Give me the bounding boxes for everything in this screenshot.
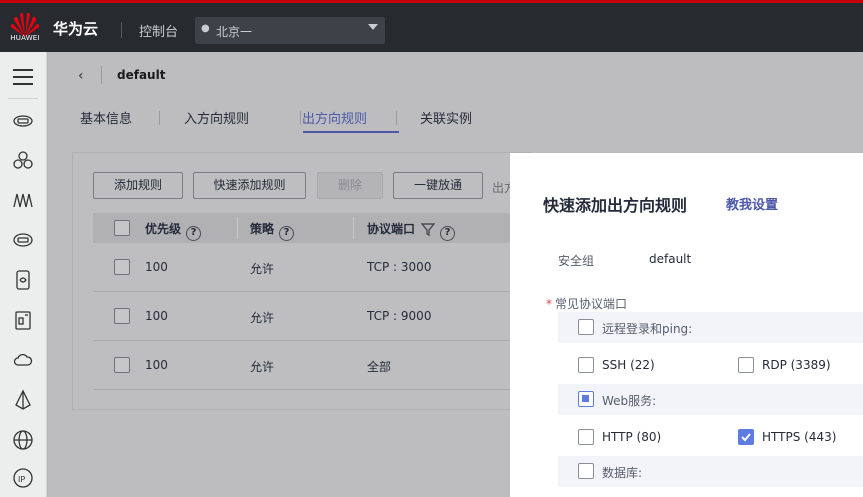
table-row: 100 允许 TCP : 9000 (93, 292, 533, 341)
cloud-server-icon[interactable] (12, 109, 34, 131)
page-title: default (117, 68, 166, 82)
required-icon: * (546, 297, 552, 311)
table-row: 100 允许 TCP : 3000 (93, 243, 533, 292)
cloud-icon[interactable] (12, 349, 34, 371)
group-label: 数据库: (602, 466, 643, 480)
priority-cell: 100 (145, 260, 168, 274)
group-label: 远程登录和ping: (602, 322, 693, 336)
logo-text: HUAWEI (10, 34, 40, 42)
huawei-logo-icon[interactable] (8, 9, 42, 49)
rdp-option-label[interactable]: RDP (3389) (762, 358, 831, 372)
group-checkbox-web-service[interactable] (578, 391, 594, 407)
location-pin-icon: ● (201, 23, 210, 34)
svg-text:IP: IP (18, 475, 25, 484)
region-value: 北京一 (216, 25, 253, 39)
active-tab-indicator (303, 131, 399, 133)
https-checkbox[interactable] (738, 429, 754, 445)
group-database: 数据库: (558, 456, 863, 487)
security-group-value: default (649, 252, 692, 266)
priority-cell: 100 (145, 358, 168, 372)
column-header-label: 优先级 (145, 222, 182, 236)
ip-icon[interactable]: IP (12, 467, 34, 489)
group-checkbox-remote-login[interactable] (578, 319, 594, 335)
ports-label: * 常见协议端口 (546, 295, 627, 312)
tab-associated-instances[interactable]: 关联实例 (420, 108, 472, 127)
deploy-icon[interactable] (12, 389, 34, 411)
help-icon[interactable]: ? (440, 226, 456, 241)
protocol-cell: 全部 (367, 360, 392, 374)
column-header-label: 协议端口 (367, 222, 416, 236)
priority-cell: 100 (145, 309, 168, 323)
container-icon[interactable] (12, 309, 34, 331)
top-bar: HUAWEI 华为云 控制台 ● 北京一 (0, 0, 863, 52)
help-icon[interactable]: ? (186, 226, 202, 241)
group-remote-login: 远程登录和ping: (558, 312, 863, 343)
column-header-priority: 优先级? (145, 220, 202, 241)
group-web-service: Web服务: (558, 384, 863, 415)
security-group-label: 安全组 (558, 254, 595, 268)
policy-cell: 允许 (250, 311, 275, 325)
help-link[interactable]: 教我设置 (726, 194, 778, 213)
table-row: 100 允许 全部 (93, 341, 533, 390)
help-icon[interactable]: ? (279, 226, 295, 241)
row-checkbox[interactable] (114, 357, 130, 373)
page-header: ‹ default 基本信息 入方向规则 出方向规则 关联实例 (48, 52, 863, 152)
console-link[interactable]: 控制台 (139, 21, 178, 40)
protocol-cell: TCP : 3000 (367, 260, 432, 274)
rules-card: 添加规则 快速添加规则 删除 一键放通 出方 优先级? 策略? 协议端口? 10… (72, 152, 533, 410)
row-checkbox[interactable] (114, 308, 130, 324)
column-header-protocol-port: 协议端口? (367, 220, 456, 241)
allow-all-button[interactable]: 一键放通 (393, 172, 483, 199)
menu-icon[interactable] (13, 69, 33, 90)
group-label: Web服务: (602, 394, 657, 408)
column-header-label: 策略 (250, 222, 275, 236)
storage-icon[interactable] (12, 229, 34, 251)
rdp-checkbox[interactable] (738, 357, 754, 373)
sidebar: IP (0, 52, 47, 497)
database-icon[interactable] (12, 269, 34, 291)
divider (121, 22, 122, 38)
select-all-checkbox[interactable] (114, 220, 130, 236)
brand-name[interactable]: 华为云 (53, 18, 98, 39)
delete-button[interactable]: 删除 (317, 172, 383, 199)
http-option-label[interactable]: HTTP (80) (602, 430, 661, 444)
quick-add-rule-button[interactable]: 快速添加规则 (193, 172, 306, 199)
region-select[interactable]: ● 北京一 (195, 17, 385, 44)
add-rule-button[interactable]: 添加规则 (93, 172, 183, 199)
ports-label-text: 常见协议端口 (555, 297, 628, 311)
back-icon[interactable]: ‹ (78, 68, 84, 84)
tab-divider (300, 111, 301, 125)
policy-cell: 允许 (250, 262, 275, 276)
tab-divider (396, 111, 397, 125)
divider (101, 66, 102, 84)
column-divider (353, 217, 354, 239)
network-icon[interactable] (12, 189, 34, 211)
group-checkbox-database[interactable] (578, 463, 594, 479)
tab-outbound-rules[interactable]: 出方向规则 (302, 108, 367, 127)
https-option-label[interactable]: HTTPS (443) (762, 430, 836, 444)
filter-icon[interactable] (421, 222, 436, 236)
http-checkbox[interactable] (578, 429, 594, 445)
policy-cell: 允许 (250, 360, 275, 374)
table-header: 优先级? 策略? 协议端口? (93, 213, 533, 243)
protocol-cell: TCP : 9000 (367, 309, 432, 323)
cluster-icon[interactable] (12, 149, 34, 171)
check-icon (741, 433, 751, 442)
ssh-checkbox[interactable] (578, 357, 594, 373)
web-icon[interactable] (12, 429, 34, 451)
ssh-option-label[interactable]: SSH (22) (602, 358, 655, 372)
panel-title: 快速添加出方向规则 (543, 196, 688, 215)
row-checkbox[interactable] (114, 259, 130, 275)
card-body: 添加规则 快速添加规则 删除 一键放通 出方 优先级? 策略? 协议端口? 10… (73, 153, 533, 409)
tab-basic-info[interactable]: 基本信息 (80, 108, 132, 127)
column-divider (237, 217, 238, 239)
column-header-policy: 策略? (250, 220, 295, 241)
tab-divider (159, 111, 160, 125)
chevron-down-icon (368, 24, 378, 30)
tab-inbound-rules[interactable]: 入方向规则 (184, 108, 249, 127)
sidebar-divider (8, 98, 38, 99)
quick-add-panel: 快速添加出方向规则 教我设置 安全组 default * 常见协议端口 远程登录和… (510, 153, 863, 497)
